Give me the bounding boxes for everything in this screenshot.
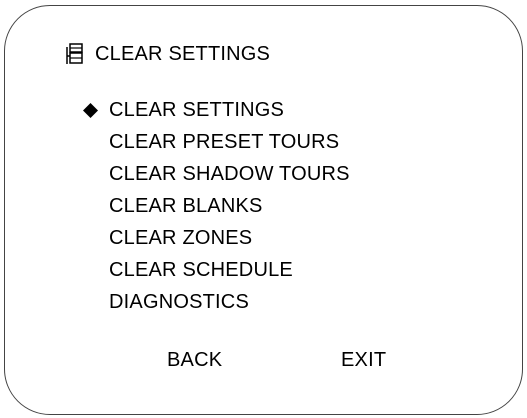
- menu-list: CLEAR SETTINGS CLEAR PRESET TOURS CLEAR …: [5, 94, 522, 318]
- back-button[interactable]: BACK: [167, 345, 222, 375]
- menu-item-label: CLEAR SETTINGS: [109, 99, 285, 121]
- page-title: CLEAR SETTINGS: [95, 43, 271, 65]
- menu-tree-icon: [66, 43, 83, 64]
- menu-item-clear-preset-tours[interactable]: CLEAR PRESET TOURS: [5, 126, 522, 158]
- menu-item-clear-blanks[interactable]: CLEAR BLANKS: [5, 190, 522, 222]
- diamond-cursor-icon: [83, 103, 98, 118]
- menu-item-label: CLEAR SHADOW TOURS: [109, 163, 350, 185]
- footer-actions: BACK EXIT: [5, 345, 522, 375]
- menu-item-clear-zones[interactable]: CLEAR ZONES: [5, 222, 522, 254]
- menu-item-diagnostics[interactable]: DIAGNOSTICS: [5, 286, 522, 318]
- menu-item-label: DIAGNOSTICS: [109, 291, 249, 313]
- menu-item-label: CLEAR SCHEDULE: [109, 259, 293, 281]
- osd-screen: CLEAR SETTINGS CLEAR SETTINGS CLEAR PRES…: [4, 5, 523, 415]
- menu-item-label: CLEAR PRESET TOURS: [109, 131, 340, 153]
- menu-item-label: CLEAR BLANKS: [109, 195, 263, 217]
- exit-button[interactable]: EXIT: [341, 345, 386, 375]
- menu-item-clear-settings[interactable]: CLEAR SETTINGS: [5, 94, 522, 126]
- menu-item-label: CLEAR ZONES: [109, 227, 253, 249]
- menu-header: CLEAR SETTINGS: [65, 42, 270, 66]
- menu-item-clear-shadow-tours[interactable]: CLEAR SHADOW TOURS: [5, 158, 522, 190]
- menu-item-clear-schedule[interactable]: CLEAR SCHEDULE: [5, 254, 522, 286]
